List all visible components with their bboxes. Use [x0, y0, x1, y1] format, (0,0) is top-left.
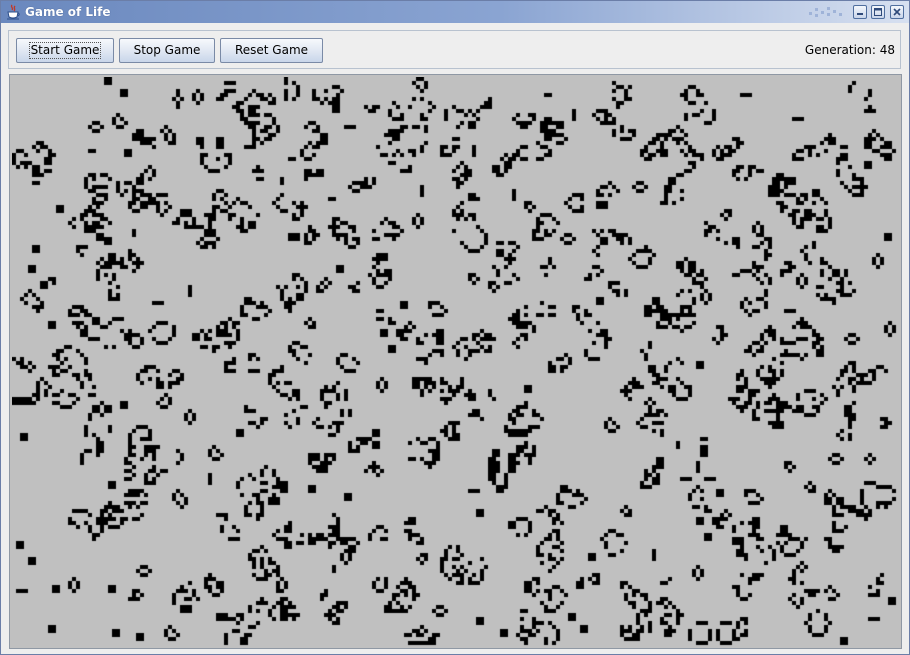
java-cup-icon — [7, 4, 20, 20]
stop-game-button[interactable]: Stop Game — [119, 38, 215, 63]
start-game-label: Start Game — [28, 42, 102, 59]
game-of-life-window: Game of Life Start Game Stop Game Reset … — [0, 0, 910, 655]
reset-game-button[interactable]: Reset Game — [220, 38, 323, 63]
titlebar-texture — [809, 7, 842, 17]
maximize-icon — [874, 8, 882, 16]
title-bar[interactable]: Game of Life — [1, 1, 909, 23]
life-grid[interactable] — [12, 77, 899, 646]
start-game-button[interactable]: Start Game — [16, 38, 114, 63]
life-grid-panel[interactable] — [9, 74, 902, 649]
generation-counter: Generation: 48 — [804, 43, 895, 57]
control-panel: Start Game Stop Game Reset Game Generati… — [8, 30, 901, 69]
window-title: Game of Life — [25, 5, 111, 19]
minimize-icon — [857, 13, 863, 15]
close-icon — [893, 8, 901, 16]
minimize-button[interactable] — [853, 5, 867, 19]
close-button[interactable] — [890, 5, 904, 19]
maximize-button[interactable] — [871, 5, 885, 19]
